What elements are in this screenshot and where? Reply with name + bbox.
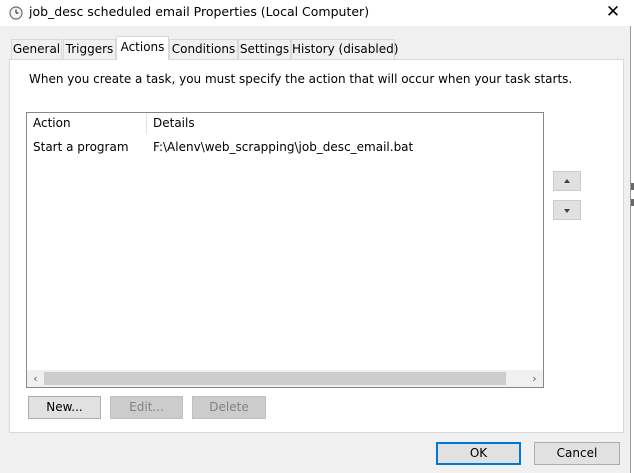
tab-settings[interactable]: Settings <box>238 39 291 59</box>
arrow-up-icon <box>564 179 570 183</box>
tab-conditions[interactable]: Conditions <box>169 39 238 59</box>
column-header-action[interactable]: Action <box>33 116 71 130</box>
window-title: job_desc scheduled email Properties (Loc… <box>29 4 370 19</box>
cancel-button[interactable]: Cancel <box>534 442 620 465</box>
arrow-down-icon <box>564 209 570 213</box>
tab-general[interactable]: General <box>11 39 62 59</box>
close-icon[interactable]: ✕ <box>604 3 622 21</box>
actions-description: When you create a task, you must specify… <box>29 72 573 86</box>
scroll-left-icon[interactable]: ‹ <box>27 370 44 387</box>
edit-action-button[interactable]: Edit... <box>110 396 183 419</box>
delete-action-button[interactable]: Delete <box>192 396 266 419</box>
background-window-edge <box>630 26 634 473</box>
scroll-right-icon[interactable]: › <box>526 370 543 387</box>
row-details-cell[interactable]: F:\Alenv\web_scrapping\job_desc_email.ba… <box>153 140 413 154</box>
clock-icon <box>9 6 23 20</box>
new-action-button[interactable]: New... <box>28 396 101 419</box>
move-up-button[interactable] <box>553 171 581 191</box>
move-down-button[interactable] <box>553 200 581 220</box>
tab-triggers[interactable]: Triggers <box>63 39 116 59</box>
column-separator[interactable] <box>146 114 147 134</box>
row-action-cell[interactable]: Start a program <box>33 140 129 154</box>
tab-history[interactable]: History (disabled) <box>291 39 398 59</box>
scrollbar-thumb[interactable] <box>44 372 506 385</box>
column-header-details[interactable]: Details <box>153 116 195 130</box>
ok-button[interactable]: OK <box>436 442 521 465</box>
tab-actions[interactable]: Actions <box>116 36 169 60</box>
